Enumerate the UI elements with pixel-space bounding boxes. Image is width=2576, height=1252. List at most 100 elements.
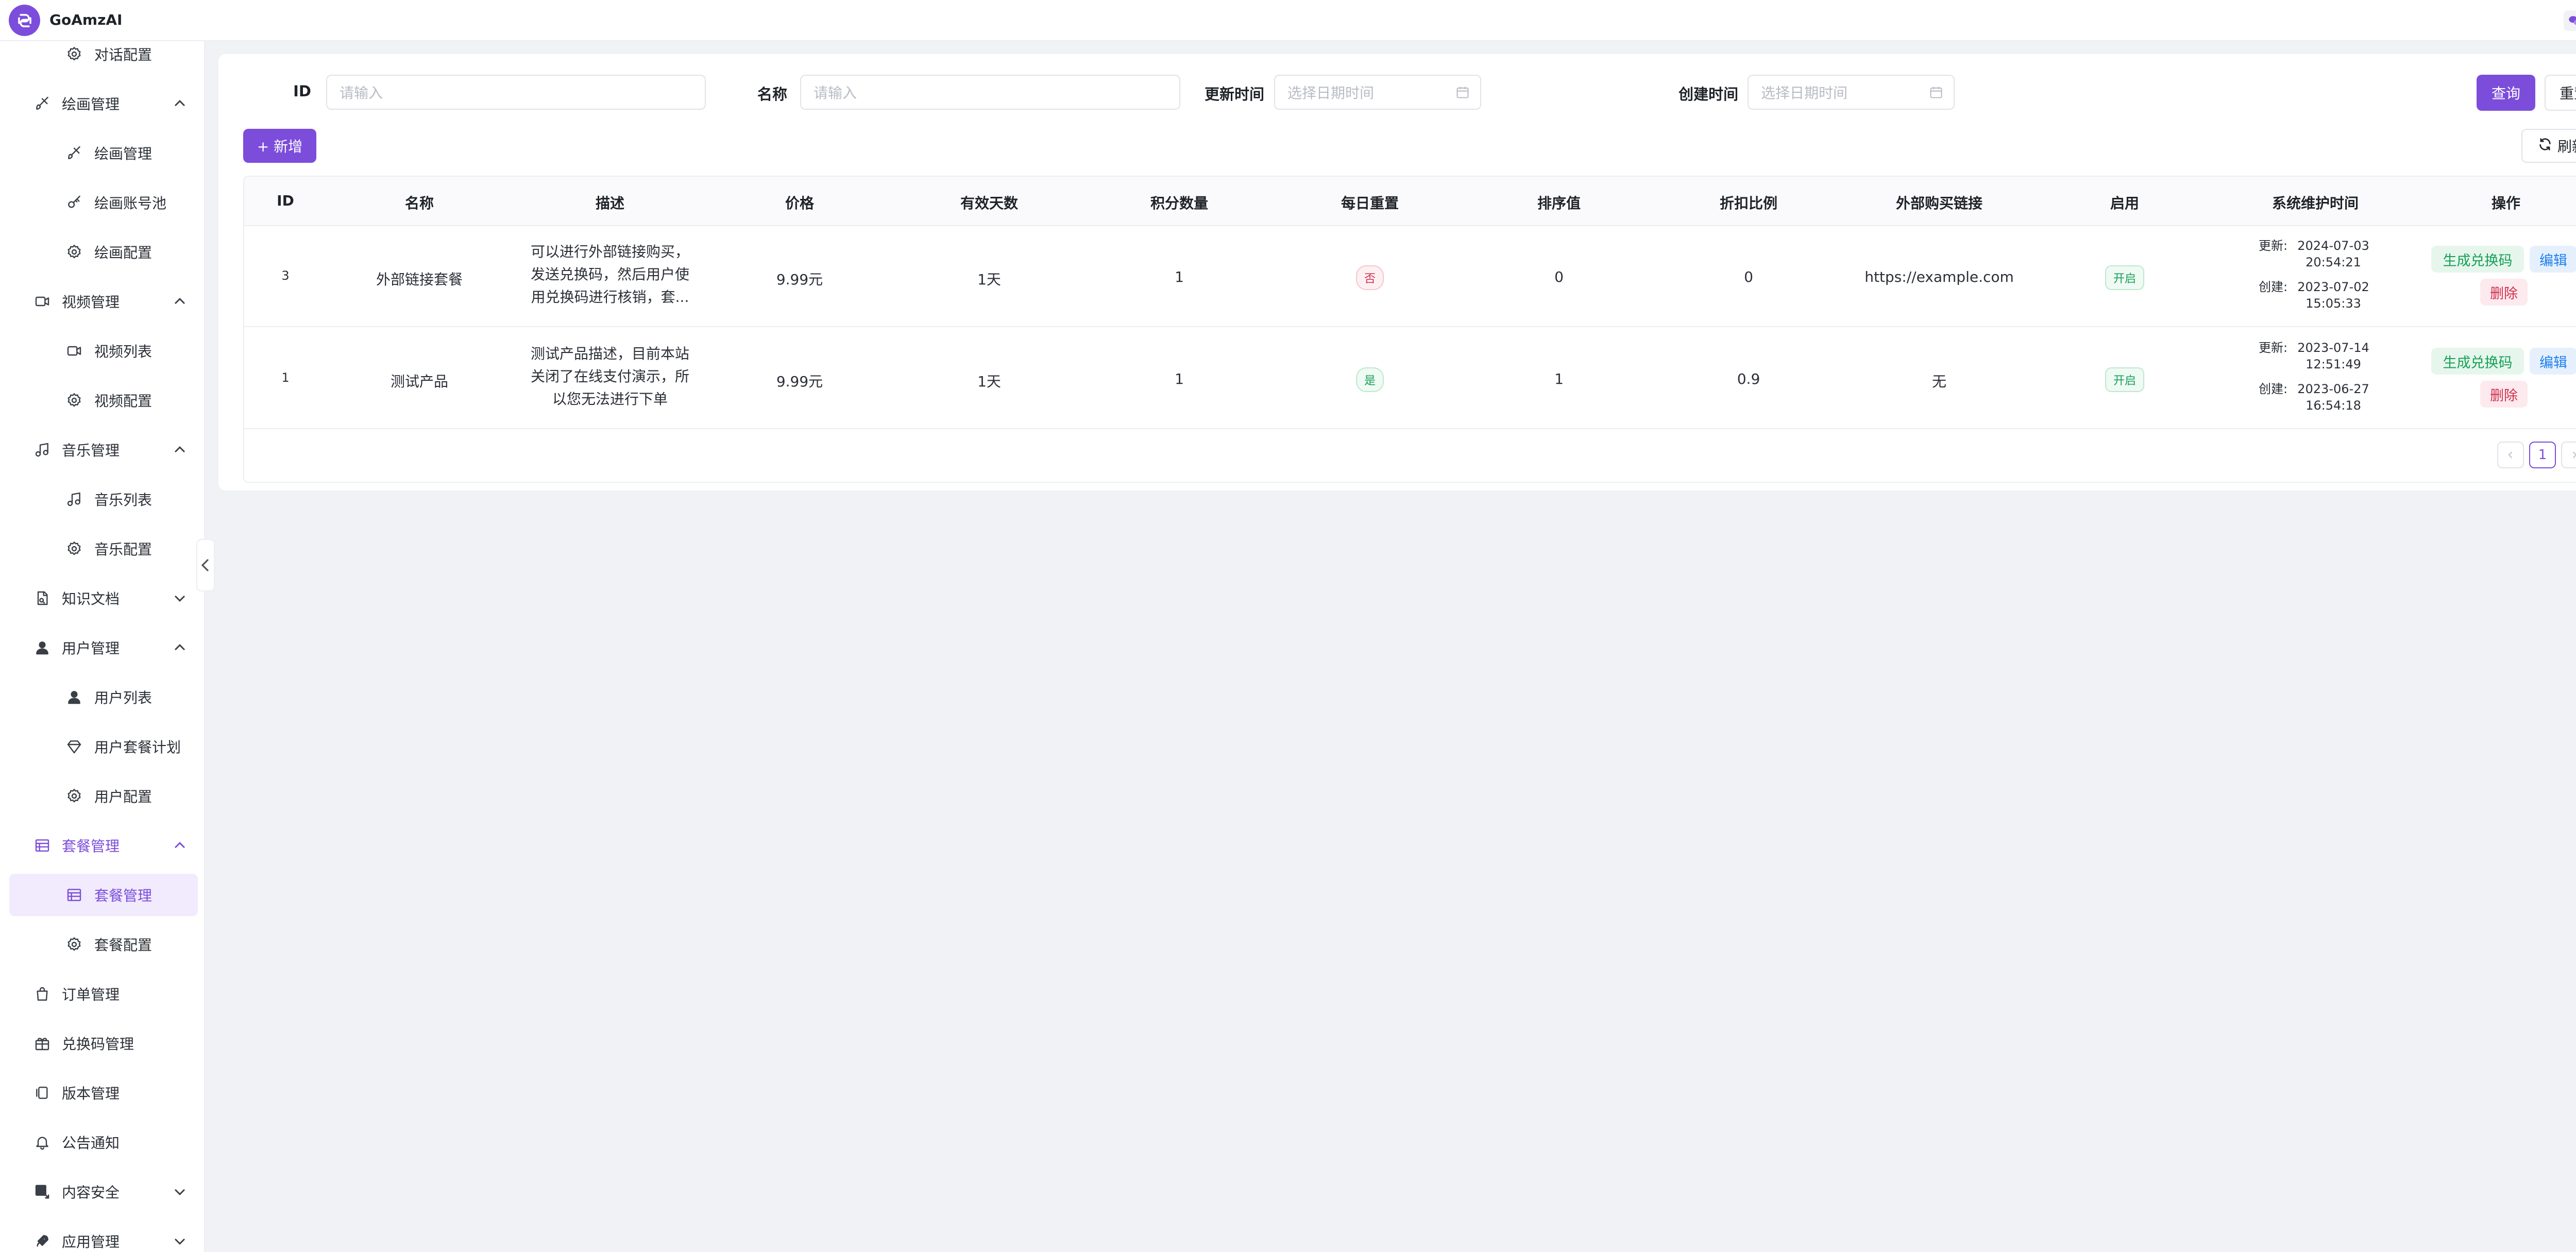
sidebar-item-17[interactable]: 套餐管理: [9, 874, 198, 916]
enabled-badge[interactable]: 开启: [2105, 367, 2145, 392]
package-table: ID 名称 描述 价格 有效天数 积分数量 每日重置 排序值 折扣比例 外部购买链接 启用 系统维护时…: [243, 176, 2576, 483]
sidebar-collapse-button[interactable]: [196, 539, 215, 591]
updated-label: 更新:: [2259, 341, 2288, 355]
created-date: 2023-06-27: [2297, 382, 2369, 396]
chevron-up-icon[interactable]: [173, 295, 187, 308]
cell-sort: 0: [1554, 268, 1564, 285]
wechat-icon[interactable]: [2564, 10, 2576, 31]
sidebar-item-15[interactable]: 用户配置: [9, 775, 198, 817]
sidebar-item-9[interactable]: 音乐列表: [9, 478, 198, 520]
sidebar-item-11[interactable]: 知识文档: [9, 577, 198, 619]
sidebar-item-14[interactable]: 用户套餐计划: [9, 725, 198, 768]
sidebar-item-7[interactable]: 视频配置: [9, 379, 198, 421]
chevron-down-icon[interactable]: [173, 1234, 187, 1248]
next-page-button[interactable]: [2561, 442, 2576, 468]
column-header: 有效天数: [960, 195, 1019, 212]
shield-icon: [34, 1183, 50, 1200]
sidebar-item-5[interactable]: 视频管理: [9, 280, 198, 323]
chevron-up-icon[interactable]: [173, 97, 187, 110]
sidebar-item-18[interactable]: 套餐配置: [9, 923, 198, 966]
music-icon: [34, 442, 50, 458]
sidebar-item-label: 视频列表: [94, 343, 152, 360]
sidebar-item-10[interactable]: 音乐配置: [9, 528, 198, 570]
brush-icon: [34, 95, 50, 112]
updated-date: 2023-07-14: [2297, 341, 2369, 355]
sidebar-item-8[interactable]: 音乐管理: [9, 429, 198, 471]
sidebar-item-label: 音乐管理: [62, 442, 120, 459]
sidebar-item-3[interactable]: 绘画账号池: [9, 181, 198, 224]
delete-button[interactable]: 删除: [2480, 381, 2528, 408]
cell-name: 测试产品: [390, 373, 449, 390]
video-icon: [66, 343, 82, 359]
edit-button[interactable]: 编辑: [2530, 348, 2576, 375]
brush-icon: [66, 145, 82, 161]
generate-code-button[interactable]: 生成兑换码: [2431, 348, 2524, 375]
edit-button[interactable]: 编辑: [2530, 246, 2576, 273]
sidebar-item-13[interactable]: 用户列表: [9, 676, 198, 718]
sidebar-item-1[interactable]: 绘画管理: [9, 82, 198, 125]
cell-days: 1天: [977, 271, 1001, 288]
table-header: ID 名称 描述 价格 有效天数 积分数量 每日重置 排序值 折扣比例 外部购买链接 启用 系统维护时…: [244, 177, 2576, 226]
gear-icon: [66, 46, 82, 62]
name-input[interactable]: 请输入: [800, 75, 1180, 110]
sidebar-item-label: 版本管理: [62, 1085, 120, 1102]
gear-icon: [66, 392, 82, 409]
reset-button[interactable]: 重置: [2545, 75, 2576, 111]
created-time-picker[interactable]: 选择日期时间: [1748, 75, 1955, 110]
sidebar-item-label: 对话配置: [94, 46, 152, 63]
daily-reset-badge: 否: [1355, 265, 1384, 290]
sidebar-item-22[interactable]: 公告通知: [9, 1121, 198, 1163]
updated-time-picker[interactable]: 选择日期时间: [1274, 75, 1481, 110]
sidebar-item-20[interactable]: 兑换码管理: [9, 1022, 198, 1064]
sidebar-item-label: 用户管理: [62, 640, 120, 657]
sidebar-item-16[interactable]: 套餐管理: [9, 824, 198, 867]
chevron-down-icon[interactable]: [173, 1185, 187, 1198]
sidebar-item-23[interactable]: 内容安全: [9, 1171, 198, 1213]
bell-icon: [34, 1134, 50, 1151]
gear-icon: [66, 540, 82, 557]
music-icon: [66, 491, 82, 507]
app-logo[interactable]: [9, 5, 40, 36]
sidebar-item-12[interactable]: 用户管理: [9, 627, 198, 669]
sidebar-item-label: 视频管理: [62, 294, 120, 311]
cell-price: 9.99元: [776, 373, 823, 390]
cell-discount: 0.9: [1737, 370, 1760, 387]
sidebar-item-label: 用户配置: [94, 788, 152, 805]
sidebar-item-19[interactable]: 订单管理: [9, 973, 198, 1015]
video-icon: [34, 293, 50, 310]
enabled-badge[interactable]: 开启: [2105, 265, 2145, 290]
chevron-up-icon[interactable]: [173, 443, 187, 456]
delete-button[interactable]: 删除: [2480, 279, 2528, 306]
page-number-button[interactable]: 1: [2529, 442, 2556, 468]
content-card: ID 请输入 名称 请输入 更新时间 选择日期时间 创建时间 选择日期时间 查询…: [218, 54, 2576, 490]
chevron-down-icon[interactable]: [173, 591, 187, 605]
cell-sort: 1: [1554, 370, 1564, 387]
refresh-button[interactable]: 刷新: [2521, 129, 2576, 163]
created-date: 2023-07-02: [2297, 280, 2369, 294]
id-label: ID: [293, 82, 311, 100]
sidebar-item-label: 套餐配置: [94, 937, 152, 954]
sidebar-item-2[interactable]: 绘画管理: [9, 132, 198, 174]
sidebar-item-0[interactable]: 对话配置: [9, 41, 198, 75]
sidebar-item-label: 音乐配置: [94, 541, 152, 558]
refresh-icon: [2538, 137, 2552, 155]
column-header: 外部购买链接: [1895, 195, 1983, 212]
chevron-up-icon[interactable]: [173, 839, 187, 852]
prev-page-button[interactable]: [2497, 442, 2524, 468]
sidebar-item-4[interactable]: 绘画配置: [9, 231, 198, 273]
column-header: 价格: [785, 195, 815, 212]
user-icon: [66, 689, 82, 705]
id-input[interactable]: 请输入: [326, 75, 706, 110]
sidebar-item-24[interactable]: 应用管理: [9, 1220, 198, 1252]
column-header: 折扣比例: [1719, 195, 1778, 212]
query-button[interactable]: 查询: [2477, 75, 2535, 111]
sidebar-item-label: 绘画账号池: [94, 195, 167, 212]
generate-code-button[interactable]: 生成兑换码: [2431, 246, 2524, 273]
calendar-icon: [1929, 85, 1943, 99]
app-title: GoAmzAI: [49, 11, 123, 28]
sidebar-item-6[interactable]: 视频列表: [9, 330, 198, 372]
sidebar-item-21[interactable]: 版本管理: [9, 1072, 198, 1114]
chevron-up-icon[interactable]: [173, 641, 187, 654]
add-button[interactable]: + 新增: [243, 129, 316, 163]
cell-points: 1: [1175, 268, 1184, 285]
